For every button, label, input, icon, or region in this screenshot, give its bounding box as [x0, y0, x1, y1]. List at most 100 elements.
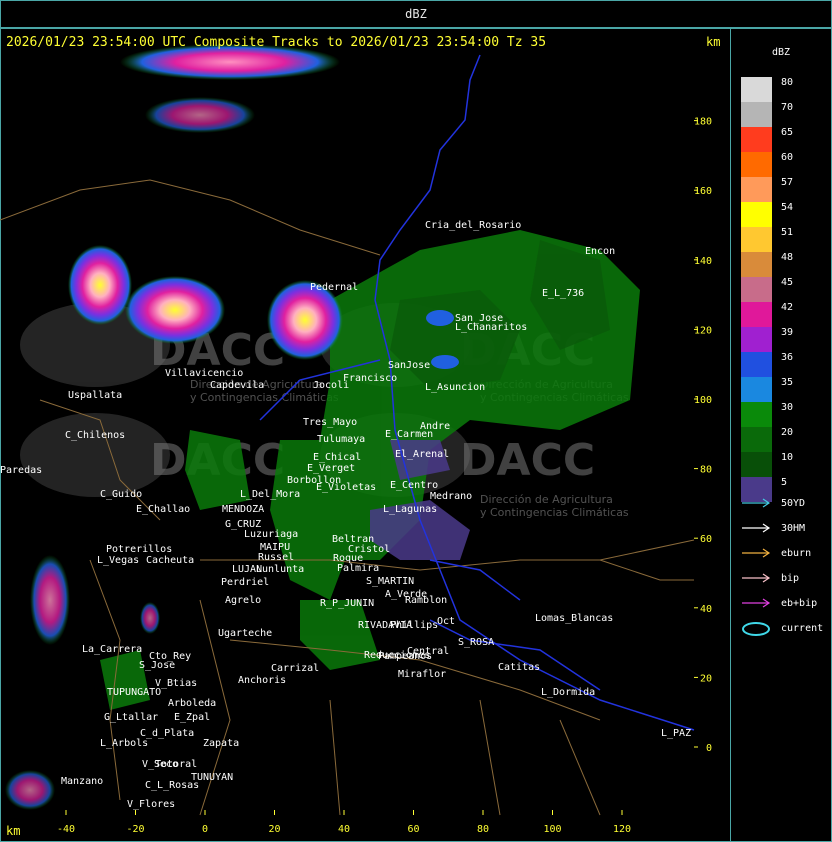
- place-label: Russel: [258, 552, 294, 563]
- place-label: L_Lagunas: [383, 504, 437, 515]
- scale-label: 39: [781, 327, 794, 338]
- place-label: L_Vegas: [97, 555, 139, 566]
- x-tick-label: 20: [268, 824, 280, 835]
- scale-swatch: [741, 127, 772, 152]
- x-axis: -40 -20 0 20 40 60 80 100 120: [57, 810, 631, 835]
- place-label: L_Arbols: [100, 738, 148, 749]
- legend-title: dBZ: [772, 47, 791, 58]
- scale-label: 5: [781, 477, 788, 488]
- place-label: Cria_del_Rosario: [425, 220, 521, 231]
- scale-swatch: [741, 102, 772, 127]
- y-tick-label: 0: [706, 743, 712, 754]
- x-tick-label: 60: [407, 824, 419, 835]
- place-label: C_Chilenos: [65, 430, 125, 441]
- km-unit-top: km: [706, 35, 721, 49]
- scale-swatch: [741, 152, 772, 177]
- place-label: E_L_736: [542, 288, 584, 299]
- place-label: Palmira: [337, 563, 379, 574]
- place-label: Arboleda: [168, 698, 216, 709]
- place-label: S_Jose: [139, 660, 175, 671]
- x-tick-label: -40: [57, 824, 75, 835]
- place-label: Ramblon: [405, 595, 447, 606]
- scale-swatch: [741, 252, 772, 277]
- scale-label: 30: [781, 402, 794, 413]
- place-label: Capdevila: [210, 380, 264, 391]
- place-label: Encon: [585, 246, 615, 257]
- place-label: TUPUNGATO: [107, 687, 161, 698]
- y-tick-label: 80: [700, 465, 712, 476]
- place-label: Luzuriaga: [244, 529, 298, 540]
- track-legend-label: eburn: [781, 548, 812, 559]
- scale-swatch: [741, 227, 772, 252]
- scale-label: 42: [781, 302, 794, 313]
- place-label: E_Zpal: [174, 712, 210, 723]
- place-label: Potrerillos: [106, 544, 172, 555]
- place-label: Agrelo: [225, 595, 261, 606]
- watermark-brand: DACC: [460, 435, 595, 486]
- place-label: Francisco: [343, 373, 397, 384]
- x-tick-label: 40: [338, 824, 350, 835]
- place-label: L_Del_Mora: [240, 489, 300, 500]
- place-label: La_Carrera: [82, 644, 142, 655]
- km-unit-bottom: km: [6, 824, 21, 838]
- place-label: Cacheuta: [146, 555, 194, 566]
- place-label: L_Chanaritos: [455, 322, 527, 333]
- place-label: E_Chical: [313, 452, 361, 463]
- y-axis: 180 160 140 120 100 80 60 40 20 0: [694, 117, 712, 754]
- place-label: E_Centro: [390, 480, 438, 491]
- scale-swatch: [741, 402, 772, 427]
- y-tick-label: 20: [700, 673, 712, 684]
- y-tick-label: 40: [700, 604, 712, 615]
- place-label: Catitas: [498, 662, 540, 673]
- place-label: E_Challao: [136, 504, 190, 515]
- track-legend-label: 30HM: [781, 523, 806, 534]
- place-label: L_Dormida: [541, 687, 595, 698]
- place-label: Totoral: [155, 759, 197, 770]
- x-tick-label: -20: [126, 824, 144, 835]
- scale-label: 35: [781, 377, 794, 388]
- current-ellipse-icon: [742, 622, 770, 636]
- place-label: C_Guido: [100, 489, 142, 500]
- track-legend-label: 50YD: [781, 498, 806, 509]
- scale-swatch: [741, 377, 772, 402]
- place-label: Phillips: [390, 620, 438, 631]
- y-tick-label: 100: [694, 395, 712, 406]
- scale-label: 60: [781, 152, 794, 163]
- svg-text:y Contingencias Climáticas: y Contingencias Climáticas: [190, 391, 339, 404]
- track-arrow-icon: [742, 523, 771, 533]
- scale-swatch: [741, 352, 772, 377]
- scale-label: 10: [781, 452, 794, 463]
- scale-label: 65: [781, 127, 794, 138]
- scale-swatch: [741, 277, 772, 302]
- place-label: Lunlunta: [256, 564, 304, 575]
- place-label: Medrano: [430, 491, 472, 502]
- place-label: Miraflor: [398, 669, 446, 680]
- place-label: S_ROSA: [458, 637, 494, 648]
- place-label: Paredas: [0, 465, 42, 476]
- scale-swatch: [741, 202, 772, 227]
- place-label: V_Flores: [127, 799, 175, 810]
- track-legend-label: current: [781, 623, 824, 634]
- place-label: E_Violetas: [316, 482, 376, 493]
- y-tick-label: 120: [694, 325, 712, 336]
- place-label: Anchoris: [238, 675, 286, 686]
- scale-label: 57: [781, 177, 794, 188]
- place-label: Perdriel: [221, 577, 269, 588]
- y-tick-label: 180: [694, 117, 712, 128]
- svg-text:Dirección de Agricultura: Dirección de Agricultura: [480, 493, 613, 506]
- place-label: Tres_Mayo: [303, 417, 357, 428]
- place-label: Carrizal: [271, 663, 319, 674]
- place-label: Central: [407, 646, 449, 657]
- radar-map[interactable]: DACC DACC DACC DACC Dirección de Agricul…: [0, 0, 832, 842]
- y-tick-label: 60: [700, 534, 712, 545]
- track-arrow-icon: [742, 598, 771, 608]
- track-arrow-icon: [742, 548, 771, 558]
- scale-label: 51: [781, 227, 794, 238]
- place-label: Pedernal: [310, 282, 358, 293]
- place-label: Uspallata: [68, 390, 122, 401]
- y-tick-label: 140: [694, 256, 712, 267]
- track-legend-label: eb+bip: [781, 598, 818, 609]
- scale-label: 45: [781, 277, 794, 288]
- place-label: R_P_JUNIN: [320, 598, 374, 609]
- y-tick-label: 160: [694, 186, 712, 197]
